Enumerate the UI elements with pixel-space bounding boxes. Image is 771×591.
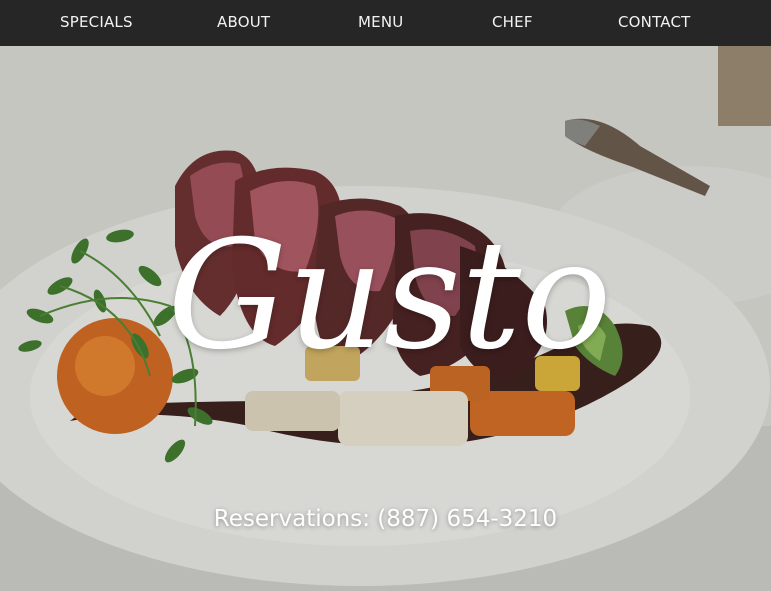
nav-link-menu[interactable]: MENU	[358, 13, 403, 31]
nav-link-specials[interactable]: SPECIALS	[60, 13, 133, 31]
top-navbar: SPECIALS ABOUT MENU CHEF CONTACT	[0, 0, 771, 46]
nav-link-contact[interactable]: CONTACT	[618, 13, 691, 31]
nav-link-chef[interactable]: CHEF	[492, 13, 533, 31]
nav-link-about[interactable]: ABOUT	[217, 13, 270, 31]
hero-section: Gusto Reservations: (887) 654-3210	[0, 46, 771, 591]
reservations-text: Reservations: (887) 654-3210	[213, 506, 558, 532]
